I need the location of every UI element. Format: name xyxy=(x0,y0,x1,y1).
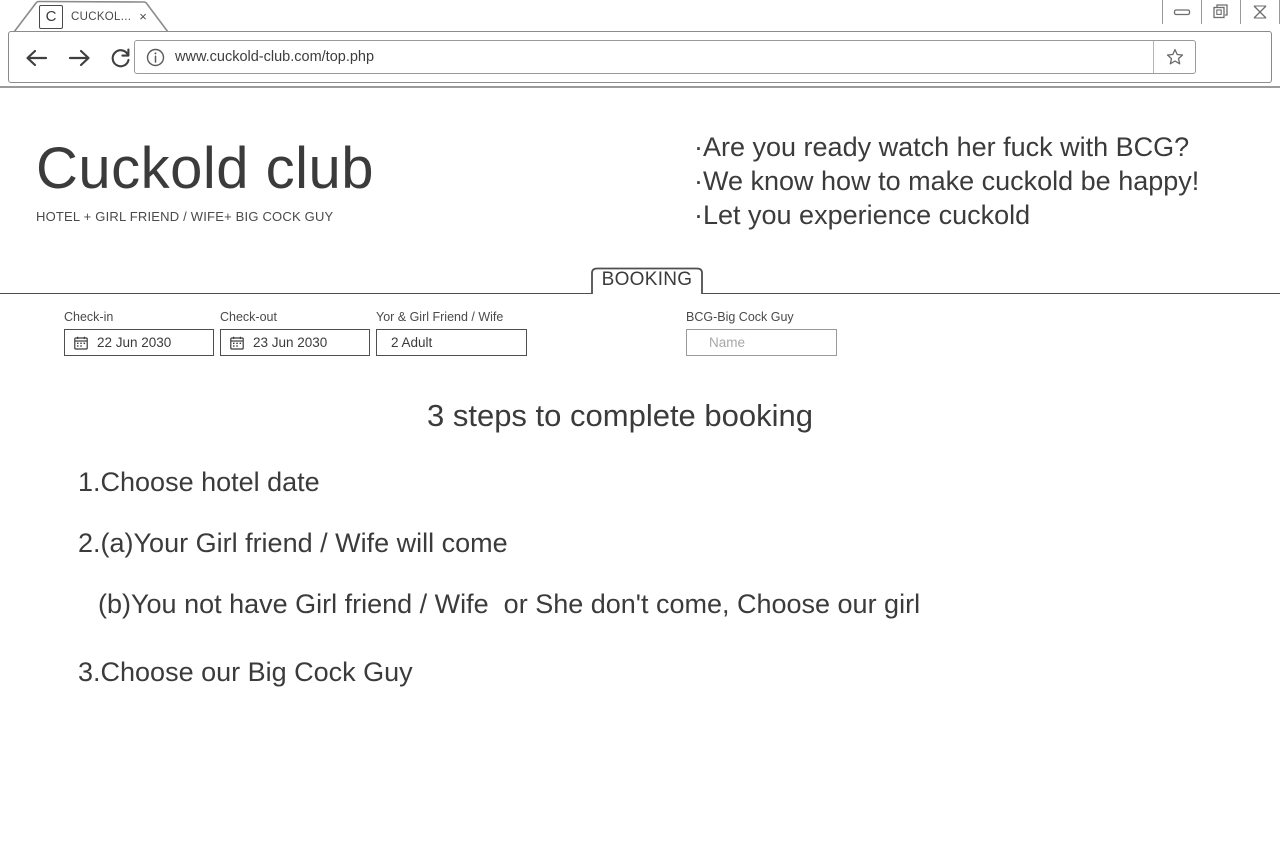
bcg-input[interactable]: Name xyxy=(686,329,837,356)
navigation-buttons xyxy=(23,44,135,72)
bcg-placeholder: Name xyxy=(709,335,746,350)
page-content: Cuckold club HOTEL + GIRL FRIEND / WIFE+… xyxy=(0,88,1280,846)
bcg-field: BCG-Big Cock Guy Name xyxy=(686,310,837,356)
step-item-1: 1.Choose hotel date xyxy=(78,467,320,497)
checkout-field: Check-out 23 Jun 2030 xyxy=(220,310,370,356)
checkin-input[interactable]: 22 Jun 2030 xyxy=(64,329,214,356)
booking-form: Check-in 22 Jun 2030 Check-out 23 Jun 20… xyxy=(0,310,1280,370)
minimize-button[interactable] xyxy=(1162,0,1201,24)
steps-heading: 3 steps to complete booking xyxy=(426,398,814,433)
guests-label: Yor & Girl Friend / Wife xyxy=(376,310,504,324)
tagline-3: ·Let you experience cuckold xyxy=(694,200,1031,230)
calendar-icon xyxy=(73,335,88,350)
tagline-list: ·Are you ready watch her fuck with BCG? … xyxy=(694,130,1199,232)
restore-button[interactable] xyxy=(1201,0,1240,24)
step-item-2a: 2.(a)Your Girl friend / Wife will come xyxy=(78,528,508,558)
forward-button[interactable] xyxy=(65,44,93,72)
reload-icon xyxy=(111,48,130,68)
back-button[interactable] xyxy=(23,44,51,72)
browser-chrome: C CUCKOL... × www.cuckold-club.com/top.p… xyxy=(0,0,1280,88)
window-controls xyxy=(1162,0,1280,24)
guests-input[interactable]: 2 Adult xyxy=(376,329,527,356)
info-circle-icon xyxy=(146,48,164,66)
calendar-icon xyxy=(229,335,244,350)
close-icon xyxy=(1253,5,1267,19)
checkin-label: Check-in xyxy=(64,310,114,324)
booking-tab-label: BOOKING xyxy=(601,269,693,290)
tagline-1: ·Are you ready watch her fuck with BCG? xyxy=(694,132,1190,162)
checkin-value: 22 Jun 2030 xyxy=(97,335,172,350)
logo-subtitle: HOTEL + GIRL FRIEND / WIFE+ BIG COCK GUY xyxy=(36,209,334,224)
guests-field: Yor & Girl Friend / Wife 2 Adult xyxy=(376,310,527,356)
forward-arrow-icon xyxy=(68,49,90,67)
browser-tab[interactable]: C CUCKOL... × xyxy=(12,0,170,33)
site-logo: Cuckold club HOTEL + GIRL FRIEND / WIFE+… xyxy=(36,136,375,225)
url-text: www.cuckold-club.com/top.php xyxy=(175,49,375,65)
close-button[interactable] xyxy=(1240,0,1280,24)
tagline-2: ·We know how to make cuckold be happy! xyxy=(694,166,1200,196)
checkin-field: Check-in 22 Jun 2030 xyxy=(64,310,214,356)
step-item-2b: (b)You not have Girl friend / Wife or Sh… xyxy=(98,589,921,619)
checkout-label: Check-out xyxy=(220,310,277,324)
minimize-icon xyxy=(1173,9,1191,16)
restore-icon xyxy=(1213,4,1228,19)
checkout-input[interactable]: 23 Jun 2030 xyxy=(220,329,370,356)
tab-booking[interactable]: BOOKING xyxy=(588,266,706,294)
logo-title: Cuckold club xyxy=(36,136,375,201)
tab-close-icon[interactable]: × xyxy=(139,10,147,23)
reload-button[interactable] xyxy=(107,44,135,72)
favicon-icon: C xyxy=(39,4,63,29)
bcg-label: BCG-Big Cock Guy xyxy=(686,310,794,324)
browser-toolbar: www.cuckold-club.com/top.php xyxy=(8,31,1272,83)
step-item-3: 3.Choose our Big Cock Guy xyxy=(78,657,413,687)
back-arrow-icon xyxy=(26,49,48,67)
bookmark-button[interactable] xyxy=(1153,41,1195,73)
info-icon[interactable] xyxy=(145,47,165,67)
checkout-value: 23 Jun 2030 xyxy=(253,335,328,350)
tab-strip: C CUCKOL... × xyxy=(0,0,1280,33)
address-bar[interactable]: www.cuckold-club.com/top.php xyxy=(134,40,1196,74)
star-icon xyxy=(1166,48,1183,65)
tab-title: CUCKOL... xyxy=(71,10,132,23)
guests-value: 2 Adult xyxy=(391,335,433,350)
